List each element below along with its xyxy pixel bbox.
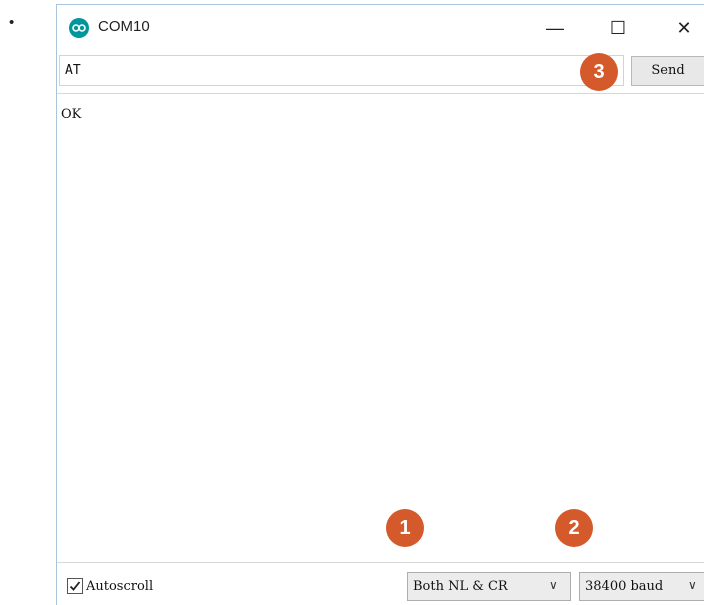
chevron-down-icon: ∨ — [688, 578, 697, 592]
command-input[interactable] — [59, 55, 624, 86]
serial-monitor-window: COM10 — ☐ ✕ Send OK Autoscroll Both NL &… — [56, 4, 704, 605]
callout-badge-3: 3 — [580, 53, 618, 91]
callout-badge-1: 1 — [386, 509, 424, 547]
minimize-button[interactable]: — — [535, 15, 575, 41]
close-button[interactable]: ✕ — [664, 15, 704, 41]
status-bar: Autoscroll Both NL & CR ∨ 38400 baud ∨ — [57, 565, 704, 605]
list-bullet: • — [9, 14, 15, 31]
baud-rate-select[interactable]: 38400 baud ∨ — [579, 572, 704, 601]
autoscroll-label: Autoscroll — [86, 578, 154, 594]
arduino-infinity-icon — [69, 18, 89, 38]
line-ending-value: Both NL & CR — [413, 579, 508, 594]
checkmark-icon — [69, 581, 81, 591]
autoscroll-toggle[interactable]: Autoscroll — [67, 577, 153, 595]
output-line: OK — [61, 107, 82, 122]
maximize-button[interactable]: ☐ — [598, 15, 638, 41]
autoscroll-checkbox[interactable] — [67, 578, 83, 594]
line-ending-select[interactable]: Both NL & CR ∨ — [407, 572, 571, 601]
baud-rate-value: 38400 baud — [585, 579, 664, 594]
send-button[interactable]: Send — [631, 56, 704, 86]
callout-badge-2: 2 — [555, 509, 593, 547]
serial-output-area[interactable]: OK — [57, 93, 704, 563]
window-title: COM10 — [98, 18, 150, 35]
title-bar: COM10 — ☐ ✕ — [57, 5, 704, 49]
chevron-down-icon: ∨ — [549, 578, 558, 592]
